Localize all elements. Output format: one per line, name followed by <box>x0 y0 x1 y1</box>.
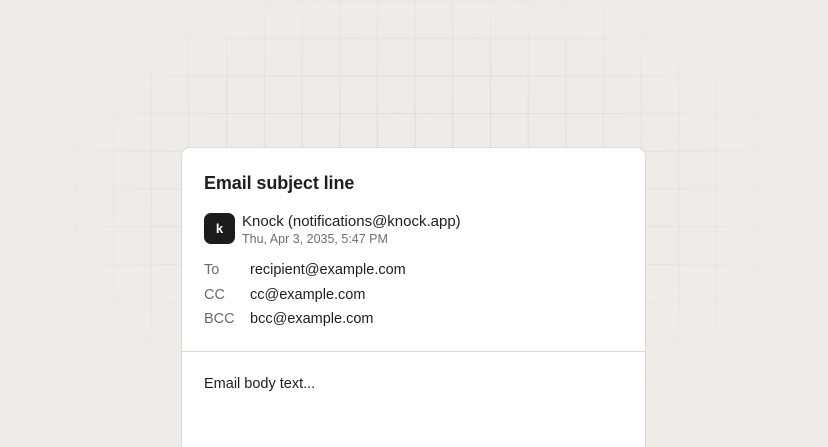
recipient-label-to: To <box>204 262 220 278</box>
sent-date: Thu, Apr 3, 2035, 5:47 PM <box>242 232 388 246</box>
recipient-value-bcc: bcc@example.com <box>250 311 374 327</box>
recipient-row-bcc: BCC bcc@example.com <box>204 311 604 336</box>
recipient-label-cc: CC <box>204 286 225 303</box>
header-divider <box>182 351 645 352</box>
sender-avatar: k <box>204 213 235 244</box>
sender-name: Knock (notifications@knock.app) <box>242 213 461 230</box>
email-preview-card: Email subject line k Knock (notification… <box>182 148 645 447</box>
recipients-list: To recipient@example.com CC cc@example.c… <box>204 262 604 336</box>
email-subject: Email subject line <box>204 173 355 193</box>
recipient-row-cc: CC cc@example.com <box>204 287 604 312</box>
email-body: Email body text... <box>204 376 316 392</box>
recipient-label-bcc: BCC <box>204 311 235 327</box>
recipient-value-cc: cc@example.com <box>250 286 366 303</box>
sender-block: k Knock (notifications@knock.app) Thu, A… <box>204 213 624 246</box>
recipient-value-to: recipient@example.com <box>250 262 406 278</box>
recipient-row-to: To recipient@example.com <box>204 262 604 287</box>
